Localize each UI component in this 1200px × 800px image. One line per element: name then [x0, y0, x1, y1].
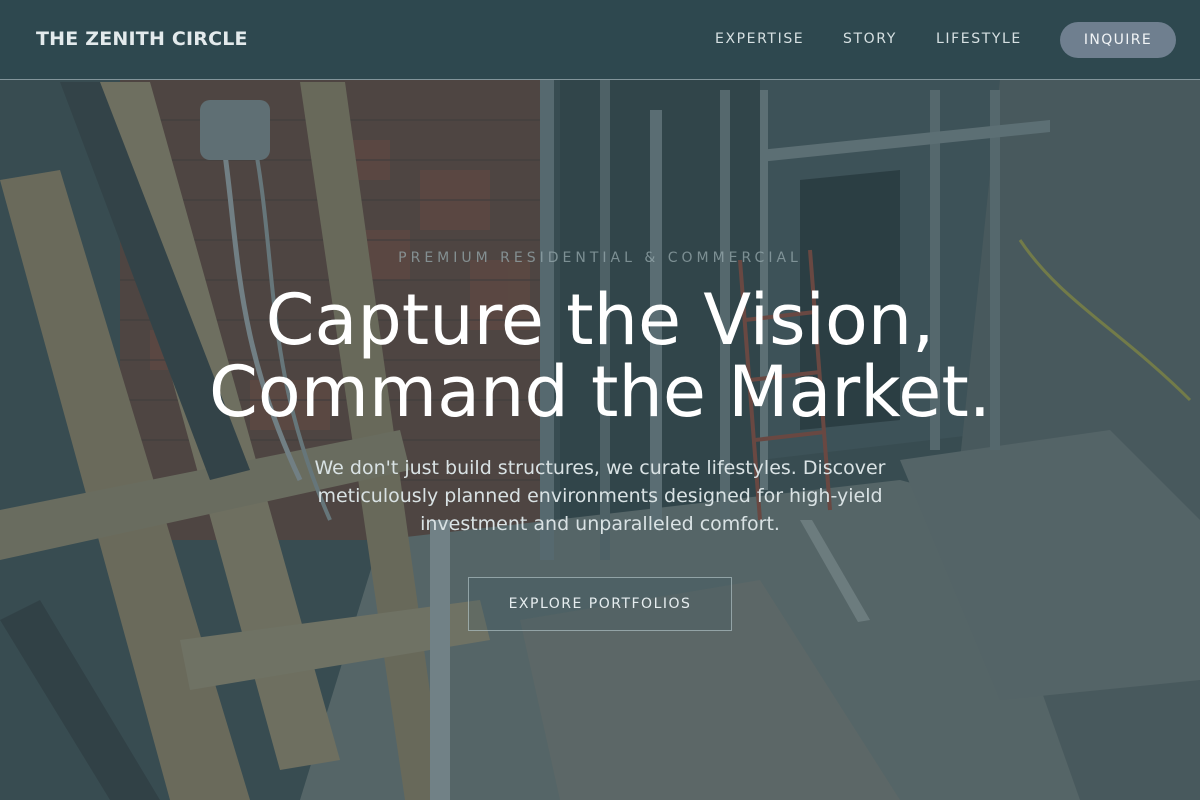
brand-logo[interactable]: THE ZENITH CIRCLE: [36, 28, 248, 50]
explore-portfolios-button[interactable]: EXPLORE PORTFOLIOS: [468, 577, 732, 631]
hero-description: We don't just build structures, we curat…: [314, 457, 886, 535]
hero-headline-line-1: Capture the Vision,: [265, 279, 935, 361]
inquire-button[interactable]: INQUIRE: [1060, 22, 1176, 58]
nav-link-story[interactable]: STORY: [843, 31, 897, 47]
hero-eyebrow: PREMIUM RESIDENTIAL & COMMERCIAL: [398, 250, 802, 266]
landing-page: THE ZENITH CIRCLE EXPERTISE STORY LIFEST…: [0, 0, 1200, 800]
hero-headline-line-2: Command the Market.: [208, 351, 992, 433]
nav-link-expertise[interactable]: EXPERTISE: [715, 31, 804, 47]
hero-headline: Capture the Vision, Command the Market.: [0, 284, 1200, 428]
nav-link-lifestyle[interactable]: LIFESTYLE: [936, 31, 1022, 47]
site-header: THE ZENITH CIRCLE EXPERTISE STORY LIFEST…: [0, 0, 1200, 80]
